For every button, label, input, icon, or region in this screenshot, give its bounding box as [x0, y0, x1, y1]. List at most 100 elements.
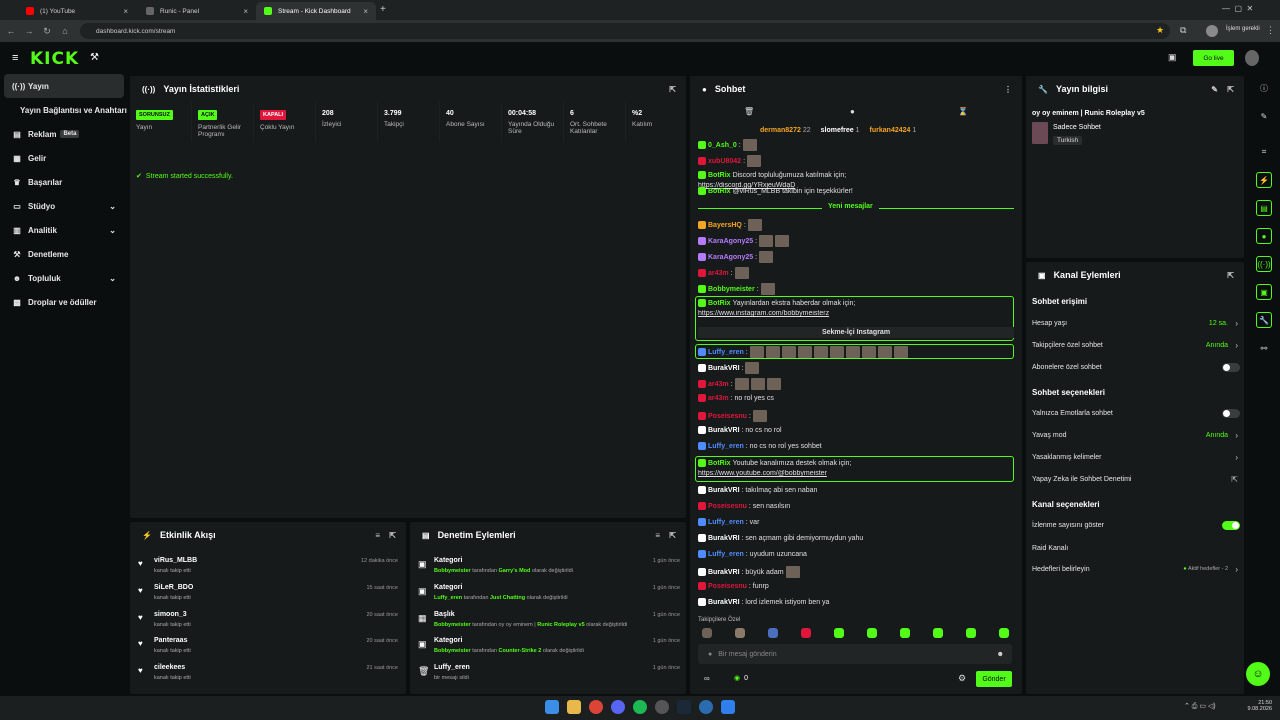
user-avatar[interactable] [1245, 50, 1259, 66]
gifter-item[interactable]: slomefree 1 [821, 127, 860, 134]
chat-username[interactable]: BurakVRI [708, 535, 740, 542]
chat-username[interactable]: ar43m [708, 270, 729, 277]
activity-user[interactable]: SiLeR_BDO [154, 584, 193, 591]
chat-username[interactable]: 0_Ash_0 [708, 142, 737, 149]
chat-username[interactable]: Poseisesnu [708, 503, 747, 510]
activity-user[interactable]: cileekees [154, 664, 185, 671]
document-icon[interactable]: ▤ [1256, 200, 1272, 216]
chat-username[interactable]: BurakVRI [708, 487, 740, 494]
reload-icon[interactable]: ↻ [40, 26, 54, 37]
emote-icon[interactable] [933, 628, 943, 638]
info-icon[interactable]: ⓘ [1256, 80, 1272, 96]
wrench-icon[interactable]: 🔧 [1256, 312, 1272, 328]
url-field[interactable]: dashboard.kick.com/stream [80, 23, 1170, 39]
crop-icon[interactable]: ⌗ [1256, 144, 1272, 160]
sidebar-item-droplar[interactable]: ▩ Droplar ve ödüller [0, 290, 128, 314]
filter-icon[interactable]: ≡ [655, 531, 660, 540]
profile-status[interactable]: İşlem gerekli [1226, 26, 1260, 32]
toggle-switch[interactable] [1222, 520, 1240, 530]
setting-goals[interactable]: Hedefleri belirleyin ● Aktif hedefler - 2… [1032, 561, 1240, 577]
chat-link[interactable]: https://www.instagram.com/bobbymeisterz [698, 310, 1014, 317]
gifter-item[interactable]: furkan42424 1 [870, 127, 917, 134]
chat-username[interactable]: BurakVRI [708, 365, 740, 372]
setting-raid[interactable]: Raid Kanalı [1032, 540, 1240, 556]
chat-username[interactable]: BotRix [708, 188, 731, 195]
mod-user[interactable]: Bobbymeister [434, 622, 471, 628]
chat-username[interactable]: Luffy_eren [708, 519, 744, 526]
chrome-icon[interactable] [589, 700, 603, 714]
chat-username[interactable]: BotRix [708, 460, 731, 467]
window-controls[interactable]: — ▢ ✕ [1222, 4, 1253, 13]
chat-username[interactable]: ar43m [708, 381, 729, 388]
edit-icon[interactable]: ✎ [1211, 85, 1218, 94]
back-icon[interactable]: ← [4, 26, 18, 36]
hourglass-icon[interactable]: ⌛ [958, 107, 968, 116]
instagram-link-button[interactable]: Sekme-İçi Instagram [698, 327, 1014, 338]
chat-bubble-icon[interactable]: ● [850, 107, 855, 116]
close-icon[interactable]: × [123, 7, 128, 16]
channel-points[interactable]: ◉ 0 [734, 674, 748, 683]
emote-icon[interactable] [867, 628, 877, 638]
sidebar-item-studyo[interactable]: ▭ Stüdyo ⌄ [0, 194, 128, 218]
chat-username[interactable]: Poseisesnu [708, 413, 747, 420]
windows-start-icon[interactable] [545, 700, 559, 714]
profile-avatar[interactable] [1206, 25, 1218, 37]
setting-followers-only[interactable]: Takipçilere özel sohbet Anında › [1032, 337, 1240, 353]
trash-icon[interactable]: 🗑 [744, 107, 754, 116]
popout-icon[interactable]: ⇱ [1227, 271, 1234, 280]
close-icon[interactable]: × [243, 7, 248, 16]
spotify-icon[interactable] [633, 700, 647, 714]
monitor-icon[interactable]: ▣ [1256, 284, 1272, 300]
mod-user[interactable]: Bobbymeister [434, 568, 471, 574]
chat-username[interactable]: BayersHQ [708, 222, 742, 229]
infinity-icon[interactable]: ∞ [704, 674, 710, 683]
sidebar-item-denetleme[interactable]: ⚒ Denetleme [0, 242, 128, 266]
go-live-button[interactable]: Go live [1193, 50, 1234, 66]
emote-icon[interactable] [801, 628, 811, 638]
mod-user[interactable]: Bobbymeister [434, 648, 471, 654]
emote-icon[interactable] [834, 628, 844, 638]
chat-username[interactable]: Poseisesnu [708, 583, 747, 590]
chat-username[interactable]: BurakVRI [708, 569, 740, 576]
toggle-switch[interactable] [1222, 408, 1240, 418]
activity-user[interactable]: viRus_MLBB [154, 557, 197, 564]
popout-icon[interactable]: ⇱ [1227, 85, 1234, 94]
mod-title[interactable]: Luffy_eren [434, 664, 470, 671]
chat-username[interactable]: BotRix [708, 300, 731, 307]
chat-username[interactable]: Luffy_eren [708, 443, 744, 450]
steam-icon[interactable] [677, 700, 691, 714]
browser-tab[interactable]: (1) YouTube × [18, 2, 136, 20]
emote-icon[interactable] [966, 628, 976, 638]
menu-icon[interactable]: ⋮ [1266, 25, 1275, 36]
chat-link[interactable]: https://www.youtube.com/@bobbymeister [698, 470, 1014, 477]
setting-slow-mode[interactable]: Yavaş mod Anında › [1032, 427, 1240, 443]
chat-username[interactable]: xubU8042 [708, 158, 741, 165]
activity-user[interactable]: Panteraas [154, 637, 187, 644]
browser-tab-active[interactable]: Stream - Kick Dashboard × [256, 2, 376, 20]
hammer-icon[interactable]: ⚒ [90, 52, 99, 63]
home-icon[interactable]: ⌂ [58, 26, 72, 36]
lightning-icon[interactable]: ⚡ [1256, 172, 1272, 188]
clock[interactable]: 21:50 9.08.2026 [1244, 700, 1272, 712]
toggle-switch[interactable] [1222, 362, 1240, 372]
chat-username[interactable]: BurakVRI [708, 599, 740, 606]
gifter-item[interactable]: derman8272 22 [760, 127, 811, 134]
setting-ai-moderation[interactable]: Yapay Zeka ile Sohbet Denetimi ⇱ [1032, 471, 1240, 487]
emote-icon[interactable] [702, 628, 712, 638]
sidebar-item-reklam[interactable]: ▤ Reklam Beta [0, 122, 128, 146]
store-icon[interactable]: ▣ [1168, 52, 1177, 63]
bookmark-star-icon[interactable]: ★ [1156, 25, 1164, 36]
discord-icon[interactable] [611, 700, 625, 714]
chat-username[interactable]: Luffy_eren [708, 551, 744, 558]
app-icon[interactable] [721, 700, 735, 714]
popout-icon[interactable]: ⇱ [389, 531, 396, 540]
extensions-icon[interactable]: ⧉ [1180, 25, 1186, 36]
settings-icon[interactable]: ⚙ [958, 673, 966, 684]
send-button[interactable]: Gönder [976, 671, 1012, 687]
sidebar-item-analitik[interactable]: ▥ Analitik ⌄ [0, 218, 128, 242]
popout-icon[interactable]: ⇱ [669, 531, 676, 540]
sidebar-item-stream-key[interactable]: Yayın Bağlantısı ve Anahtarı [0, 98, 128, 122]
chat-username[interactable]: KaraAgony25 [708, 254, 753, 261]
chat-username[interactable]: ar43m [708, 395, 729, 402]
sidebar-item-basarilar[interactable]: ♛ Başarılar [0, 170, 128, 194]
